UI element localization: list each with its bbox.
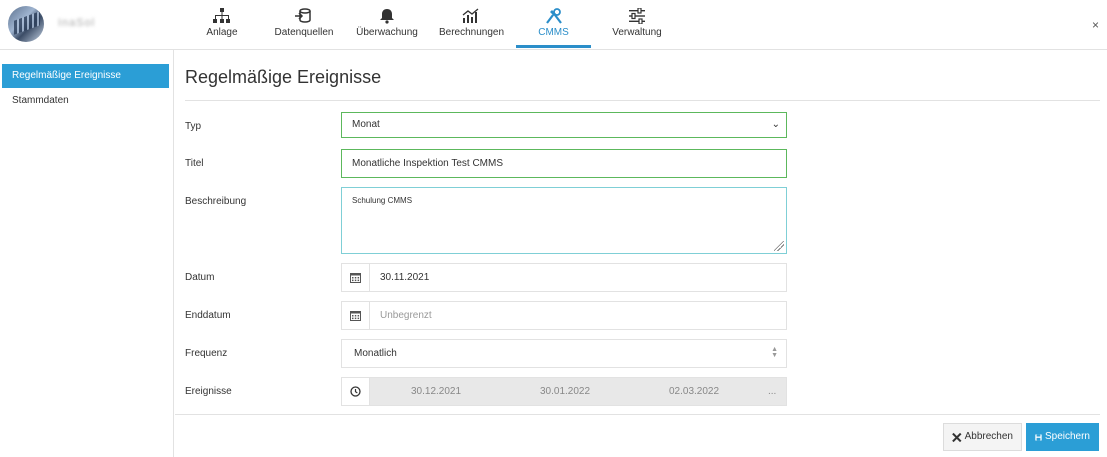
ereignisse-field: 30.12.2021 30.01.2022 02.03.2022 ... <box>341 377 787 406</box>
frequenz-select[interactable]: Monatlich ▲ ▼ <box>341 339 787 368</box>
frequenz-label: Frequenz <box>185 348 228 359</box>
page-title: Regelmäßige Ereignisse <box>185 67 382 87</box>
tab-ueberwachung[interactable]: Überwachung <box>356 0 418 48</box>
close-icon <box>952 432 962 442</box>
bell-icon <box>380 9 394 24</box>
chevron-down-icon: ⌄ <box>771 119 780 130</box>
sidebar: Regelmäßige Ereignisse Stammdaten <box>0 50 174 457</box>
calendar-icon[interactable] <box>342 264 370 291</box>
save-label: Speichern <box>1044 431 1090 442</box>
enddatum-placeholder: Unbegrenzt <box>380 310 432 321</box>
sidebar-item-regelmaessige-ereignisse[interactable]: Regelmäßige Ereignisse <box>2 64 169 88</box>
tools-icon <box>545 8 562 24</box>
ereignisse-label: Ereignisse <box>185 386 232 397</box>
beschreibung-value: Schulung CMMS <box>352 196 413 205</box>
close-icon[interactable]: × <box>1092 18 1099 32</box>
tab-label: Überwachung <box>356 27 418 38</box>
titel-input[interactable]: Monatliche Inspektion Test CMMS <box>341 149 787 178</box>
chart-icon <box>462 8 479 23</box>
frequenz-value: Monatlich <box>354 348 397 359</box>
sidebar-item-stammdaten[interactable]: Stammdaten <box>2 89 169 113</box>
tab-label: CMMS <box>538 27 569 38</box>
datum-input[interactable]: 30.11.2021 <box>341 263 787 292</box>
cancel-label: Abbrechen <box>964 431 1013 442</box>
clock-icon <box>342 378 370 405</box>
calendar-icon[interactable] <box>342 302 370 329</box>
tab-berechnungen[interactable]: Berechnungen <box>439 0 505 48</box>
enddatum-input[interactable]: Unbegrenzt <box>341 301 787 330</box>
divider <box>185 100 1100 101</box>
tab-datenquellen[interactable]: Datenquellen <box>273 0 335 48</box>
tab-label: Berechnungen <box>439 27 505 38</box>
tab-label: Anlage <box>206 27 238 38</box>
event-date: 30.01.2022 <box>540 386 591 397</box>
event-date: 02.03.2022 <box>669 386 720 397</box>
save-button[interactable]: Speichern <box>1026 423 1099 451</box>
top-navbar: InaSol Anlage Datenquellen Überwachung B… <box>0 0 1107 50</box>
titel-label: Titel <box>185 158 204 169</box>
event-more: ... <box>768 386 777 397</box>
typ-select[interactable]: Monat ⌄ <box>341 112 787 138</box>
divider <box>175 414 1100 415</box>
typ-value: Monat <box>352 119 380 130</box>
datum-value: 30.11.2021 <box>380 272 430 283</box>
ereignisse-list: 30.12.2021 30.01.2022 02.03.2022 ... <box>370 378 786 405</box>
tab-cmms[interactable]: CMMS <box>516 0 591 48</box>
brand-name: InaSol <box>58 17 96 29</box>
database-icon <box>295 8 311 23</box>
tab-label: Datenquellen <box>274 27 334 38</box>
logo-image <box>8 6 44 42</box>
main-content: Regelmäßige Ereignisse Typ Monat ⌄ Titel… <box>175 50 1107 457</box>
enddatum-label: Enddatum <box>185 310 231 321</box>
event-date: 30.12.2021 <box>411 386 462 397</box>
beschreibung-label: Beschreibung <box>185 196 247 207</box>
sitemap-icon <box>213 8 230 23</box>
floppy-disk-icon <box>1035 433 1042 441</box>
tab-label: Verwaltung <box>612 27 662 38</box>
beschreibung-textarea[interactable]: Schulung CMMS <box>341 187 787 254</box>
tab-verwaltung[interactable]: Verwaltung <box>611 0 663 48</box>
cancel-button[interactable]: Abbrechen <box>943 423 1022 451</box>
resize-handle[interactable] <box>774 241 784 251</box>
datum-label: Datum <box>185 272 215 283</box>
sliders-icon <box>629 8 645 24</box>
tab-anlage[interactable]: Anlage <box>204 0 240 48</box>
typ-label: Typ <box>185 121 202 132</box>
sort-arrows-icon: ▲ ▼ <box>771 346 778 359</box>
